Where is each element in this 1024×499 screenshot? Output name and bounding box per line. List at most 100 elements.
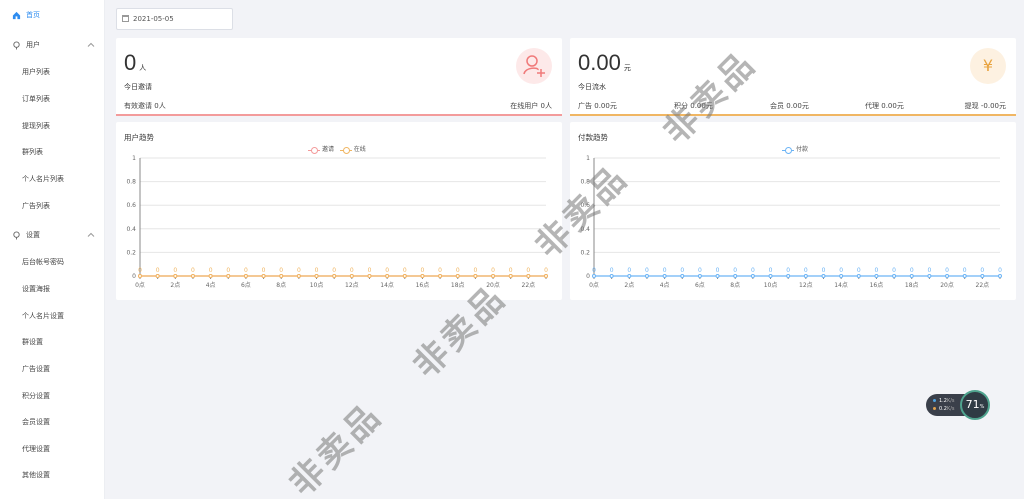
valid-invite-value: 0人 (154, 102, 166, 110)
data-point (715, 274, 720, 278)
data-label: 0 (857, 267, 861, 274)
data-point (927, 274, 932, 278)
y-tick-label: 0.8 (126, 179, 136, 186)
valid-invite-label: 有效邀请 (124, 102, 152, 110)
upload-unit: K/s (946, 398, 955, 404)
nav-user-list[interactable]: 用户列表 (0, 61, 105, 83)
nav-group-settings[interactable]: 设置 (0, 224, 105, 246)
usage-percent: 71 (965, 398, 980, 411)
network-monitor[interactable]: 1.2K/s 0.2K/s 71% (926, 390, 990, 420)
nav-label: 广告设置 (22, 365, 50, 373)
nav-poster-settings[interactable]: 设置海报 (0, 278, 105, 300)
money-stat-card: 0.00 元 今日流水 ¥ 广告 0.00元 积分 0.00元 会员 0.00元 … (570, 38, 1016, 116)
nav-agent-settings[interactable]: 代理设置 (0, 438, 105, 460)
data-point (349, 274, 354, 278)
data-label: 0 (491, 267, 495, 274)
x-tick-label: 12点 (345, 281, 359, 289)
data-point (473, 274, 478, 278)
online-users-value: 0人 (540, 102, 552, 110)
user-trend-card: 用户趋势 邀请 在线 0 0.2 0.4 0.6 0.8 1 0点 2点 4点 6点 8点 10点 12… (116, 122, 562, 300)
data-label: 0 (421, 267, 425, 274)
x-tick-label: 10点 (764, 281, 778, 289)
data-point (680, 274, 685, 278)
data-point (627, 274, 632, 278)
payment-trend-chart: 00.20.40.60.810点 2点 4点 6点 8点 10点 12点 14点 16点 18点 2… (580, 155, 1002, 289)
data-label: 0 (350, 267, 354, 274)
data-label: 0 (173, 267, 177, 274)
today-flow-label: 今日流水 (578, 83, 606, 91)
nav-admin-password[interactable]: 后台帐号密码 (0, 251, 105, 273)
y-tick-label: 0.6 (580, 202, 590, 209)
money-item-value: 0.00元 (594, 102, 617, 110)
nav-label: 用户列表 (22, 68, 50, 76)
money-item-label: 广告 (578, 102, 592, 110)
data-point (839, 274, 844, 278)
data-label: 0 (138, 267, 142, 274)
nav-withdraw-list[interactable]: 提现列表 (0, 115, 105, 137)
nav-group-user[interactable]: 用户 (0, 34, 105, 56)
data-point (892, 274, 897, 278)
x-tick-label: 14点 (380, 281, 394, 289)
money-item-label: 代理 (865, 102, 879, 110)
data-point (733, 274, 738, 278)
data-label: 0 (509, 267, 513, 274)
nav-order-list[interactable]: 订单列表 (0, 88, 105, 110)
data-point (662, 274, 667, 278)
data-point (874, 274, 879, 278)
data-point (962, 274, 967, 278)
x-tick-label: 16点 (416, 281, 430, 289)
data-label: 0 (822, 267, 826, 274)
nav-points-settings[interactable]: 积分设置 (0, 385, 105, 407)
nav-home[interactable]: 首页 (0, 4, 105, 26)
data-label: 0 (645, 267, 649, 274)
money-item-label: 积分 (674, 102, 688, 110)
data-point (750, 274, 755, 278)
data-label: 0 (716, 267, 720, 274)
data-label: 0 (680, 267, 684, 274)
nav-card-list[interactable]: 个人名片列表 (0, 168, 105, 190)
nav-card-settings[interactable]: 个人名片设置 (0, 305, 105, 327)
data-point (455, 274, 460, 278)
valid-invite: 有效邀请 0人 (124, 101, 166, 111)
y-tick-label: 0.2 (580, 249, 590, 256)
x-tick-label: 18点 (451, 281, 465, 289)
data-point (261, 274, 266, 278)
user-badge (516, 48, 552, 84)
data-label: 0 (297, 267, 301, 274)
nav-label: 设置海报 (22, 285, 50, 293)
data-point (332, 274, 337, 278)
nav-group-list[interactable]: 群列表 (0, 141, 105, 163)
y-tick-label: 0.6 (126, 202, 136, 209)
x-tick-label: 22点 (976, 281, 990, 289)
data-point (208, 274, 213, 278)
nav-home-label: 首页 (26, 11, 40, 19)
invite-count-value: 0 (124, 50, 137, 75)
nav-ad-settings[interactable]: 广告设置 (0, 358, 105, 380)
home-icon (12, 11, 21, 20)
today-flow-value: 0.00 (578, 50, 621, 75)
nav-label: 广告列表 (22, 202, 50, 210)
data-label: 0 (315, 267, 319, 274)
add-user-icon (523, 55, 545, 77)
x-tick-label: 4点 (206, 281, 216, 289)
invite-label: 今日邀请 (124, 83, 152, 91)
date-picker[interactable]: 2021-05-05 (116, 8, 233, 30)
nav-group-settings-item[interactable]: 群设置 (0, 331, 105, 353)
data-label: 0 (592, 267, 596, 274)
yen-icon: ¥ (970, 48, 1006, 84)
nav-other-settings[interactable]: 其他设置 (0, 464, 105, 486)
data-point (420, 274, 425, 278)
date-value: 2021-05-05 (133, 15, 174, 23)
nav-label: 个人名片列表 (22, 175, 64, 183)
x-tick-label: 6点 (241, 281, 251, 289)
nav-member-settings[interactable]: 会员设置 (0, 411, 105, 433)
data-point (592, 274, 596, 278)
data-label: 0 (244, 267, 248, 274)
x-tick-label: 0点 (135, 281, 145, 289)
data-label: 0 (892, 267, 896, 274)
x-tick-label: 16点 (870, 281, 884, 289)
calendar-icon (122, 15, 129, 22)
nav-ad-list[interactable]: 广告列表 (0, 195, 105, 217)
data-label: 0 (998, 267, 1002, 274)
data-label: 0 (332, 267, 336, 274)
